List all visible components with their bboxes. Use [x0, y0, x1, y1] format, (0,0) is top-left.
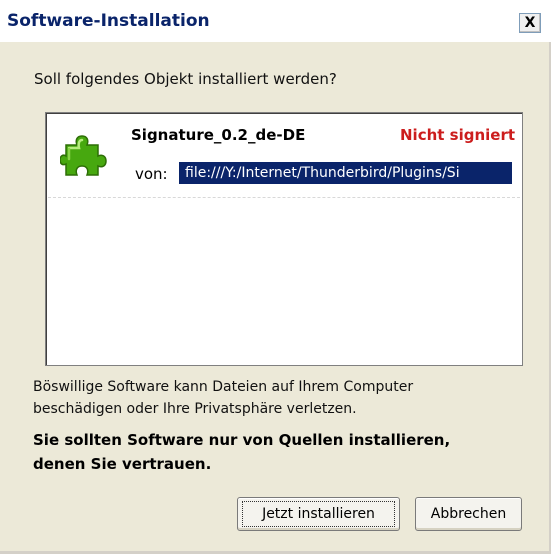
close-icon: X [524, 15, 536, 31]
title-bar[interactable]: Software-Installation X [0, 0, 551, 42]
installation-dialog: Software-Installation X Soll folgendes O… [0, 0, 551, 554]
trust-warning-line: Sie sollten Software nur von Quellen ins… [33, 431, 451, 449]
warning-line: Böswillige Software kann Dateien auf Ihr… [33, 379, 414, 395]
source-url[interactable]: file:///Y:/Internet/Thunderbird/Plugins/… [179, 162, 512, 184]
warning-line: beschädigen oder Ihre Privatsphäre verle… [33, 401, 357, 417]
puzzle-piece-icon [60, 135, 107, 176]
install-question: Soll folgendes Objekt installiert werden… [34, 70, 337, 88]
addon-name: Signature_0.2_de-DE [131, 126, 306, 144]
signature-status: Nicht signiert [400, 126, 516, 144]
cancel-button[interactable]: Abbrechen [415, 497, 522, 531]
close-button[interactable]: X [519, 13, 541, 33]
list-item[interactable]: Signature_0.2_de-DE Nicht signiert von: … [48, 115, 520, 198]
install-now-button[interactable]: Jetzt installieren [237, 497, 400, 531]
trust-warning-line: denen Sie vertrauen. [33, 455, 212, 473]
window-title: Software-Installation [7, 11, 210, 31]
source-label: von: [135, 165, 168, 183]
trust-warning: Sie sollten Software nur von Quellen ins… [33, 428, 450, 476]
install-item-list[interactable]: Signature_0.2_de-DE Nicht signiert von: … [45, 112, 523, 366]
install-now-label: Jetzt installieren [242, 501, 395, 527]
malware-warning: Böswillige Software kann Dateien auf Ihr… [33, 376, 413, 420]
